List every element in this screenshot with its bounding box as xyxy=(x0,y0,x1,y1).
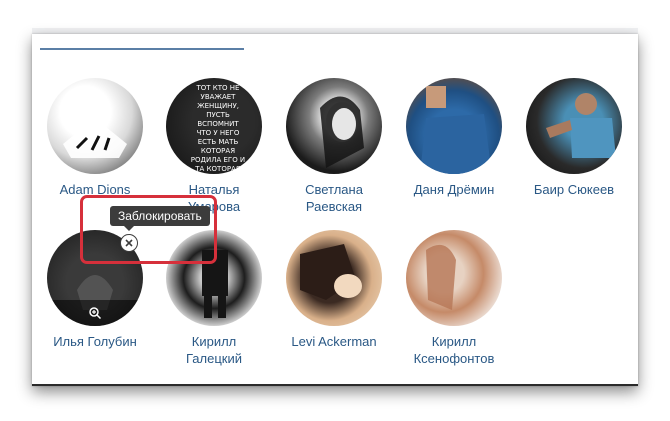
friend-name[interactable]: Кирилл Галецкий xyxy=(154,333,274,367)
friend-name-line[interactable]: Наталья xyxy=(154,181,274,198)
friend-card[interactable]: Levi Ackerman xyxy=(274,230,394,350)
friend-name[interactable]: Кирилл Ксенофонтов xyxy=(394,333,514,367)
friend-name[interactable]: Adam Dions xyxy=(35,181,155,198)
friend-avatar[interactable] xyxy=(406,78,502,174)
friend-name-line[interactable]: Adam Dions xyxy=(60,182,131,197)
avatar-art xyxy=(426,244,456,310)
block-button[interactable] xyxy=(120,234,138,252)
friend-name-line[interactable]: Даня Дрёмин xyxy=(414,182,495,197)
friend-avatar[interactable] xyxy=(286,78,382,174)
avatar-zoom-bar[interactable] xyxy=(47,300,143,326)
friend-name-line[interactable]: Галецкий xyxy=(154,350,274,367)
friend-name-line[interactable]: Баир Сюкеев xyxy=(534,182,614,197)
friend-card[interactable]: Даня Дрёмин xyxy=(394,78,514,198)
friend-avatar[interactable] xyxy=(526,78,622,174)
friend-avatar[interactable] xyxy=(406,230,502,326)
friend-name[interactable]: Баир Сюкеев xyxy=(514,181,634,198)
friend-card[interactable]: ТОТ КТО НЕ УВАЖАЕТ ЖЕНЩИНУ, ПУСТЬ ВСПОМН… xyxy=(154,78,274,215)
friend-card[interactable]: Светлана Раевская xyxy=(274,78,394,215)
friend-name-line[interactable]: Levi Ackerman xyxy=(291,334,376,349)
friend-avatar[interactable] xyxy=(166,230,262,326)
avatar-caption: ТОТ КТО НЕ УВАЖАЕТ ЖЕНЩИНУ, ПУСТЬ ВСПОМН… xyxy=(190,84,246,173)
avatar-art xyxy=(546,93,616,158)
friend-name[interactable]: Светлана Раевская xyxy=(274,181,394,215)
friend-card[interactable]: Adam Dions xyxy=(35,78,155,198)
close-icon[interactable] xyxy=(124,238,134,248)
avatar-art xyxy=(202,250,228,318)
friend-avatar[interactable] xyxy=(286,230,382,326)
friend-name-line[interactable]: Раевская xyxy=(274,198,394,215)
friend-name-line[interactable]: Светлана xyxy=(274,181,394,198)
avatar-art xyxy=(420,86,492,174)
friend-name[interactable]: Даня Дрёмин xyxy=(394,181,514,198)
friend-card[interactable]: Илья Голубин xyxy=(35,230,155,350)
friend-avatar[interactable] xyxy=(47,78,143,174)
avatar-art xyxy=(320,96,364,168)
friend-name-line[interactable]: Ксенофонтов xyxy=(394,350,514,367)
avatar-art xyxy=(63,118,127,158)
block-tooltip: Заблокировать xyxy=(110,206,210,226)
zoom-icon[interactable] xyxy=(88,306,102,320)
friend-name-line[interactable]: Кирилл xyxy=(154,333,274,350)
avatar-art xyxy=(300,244,362,300)
friend-name[interactable]: Илья Голубин xyxy=(35,333,155,350)
friend-avatar[interactable]: ТОТ КТО НЕ УВАЖАЕТ ЖЕНЩИНУ, ПУСТЬ ВСПОМН… xyxy=(166,78,262,174)
friend-card[interactable]: Баир Сюкеев xyxy=(514,78,634,198)
friend-name-line[interactable]: Илья Голубин xyxy=(53,334,137,349)
friend-name[interactable]: Levi Ackerman xyxy=(274,333,394,350)
friend-name-line[interactable]: Кирилл xyxy=(394,333,514,350)
friend-card[interactable]: Кирилл Ксенофонтов xyxy=(394,230,514,367)
active-tab-underline xyxy=(40,48,244,50)
tooltip-arrow xyxy=(124,226,134,231)
friend-card[interactable]: Кирилл Галецкий xyxy=(154,230,274,367)
